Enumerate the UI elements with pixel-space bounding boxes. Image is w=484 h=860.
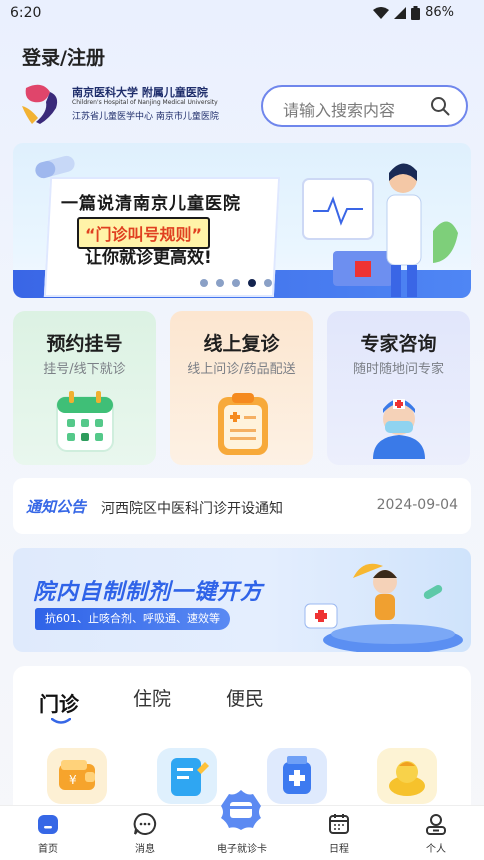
promo-tag: 抗601、止咳合剂、呼吸通、速效等 [35, 608, 230, 630]
status-bar: 6:20 86% [0, 0, 484, 28]
doctor-illustration-icon [302, 163, 458, 297]
report-icon[interactable] [157, 748, 217, 804]
card-icon[interactable] [219, 788, 263, 832]
card-subtitle: 随时随地问专家 [352, 362, 444, 377]
search-input[interactable]: 请输入搜索内容 [261, 85, 468, 127]
tab-label: 日程 [329, 844, 349, 855]
hospital-logo: 南京医科大学 附属儿童医院 Children's Hospital of Nan… [16, 78, 246, 130]
wifi-icon [373, 6, 390, 19]
online-revisit-card[interactable]: 线上复诊 线上问诊/药品配送 [170, 311, 313, 465]
banner-line1: 一篇说清南京儿童医院 [61, 194, 241, 214]
search-icon[interactable] [430, 96, 450, 116]
hospital-name-cn: 南京医科大学 附属儿童医院 [72, 86, 208, 99]
tab-label: 消息 [135, 844, 155, 855]
banner-dot[interactable] [200, 279, 208, 287]
banner-carousel[interactable]: 一篇说清南京儿童医院 “门诊叫号规则” 让你就诊更高效! [13, 143, 471, 298]
tab-label: 首页 [38, 844, 58, 855]
pill-icon [35, 155, 75, 179]
tab-profile[interactable]: 个人 [401, 812, 471, 855]
card-title: 线上复诊 [203, 333, 280, 355]
promo-illustration-icon [304, 563, 463, 652]
status-icons: 86% [373, 5, 454, 20]
card-title: 专家咨询 [360, 333, 437, 355]
tab-convenience[interactable]: 便民 [226, 684, 264, 711]
banner-dot[interactable] [264, 279, 272, 287]
signal-icon [394, 6, 407, 19]
hospital-emblem-icon [22, 84, 58, 124]
banner-line3: 让你就诊更高效! [85, 248, 212, 268]
notice-tag: 通知公告 [26, 498, 87, 516]
card-subtitle: 线上问诊/药品配送 [187, 362, 296, 377]
promo-title: 院内自制制剂一键开方 [33, 580, 264, 605]
tab-inpatient[interactable]: 住院 [133, 684, 171, 711]
appointment-card[interactable]: 预约挂号 挂号/线下就诊 [13, 311, 156, 465]
svg-text:¥: ¥ [69, 773, 77, 787]
search-placeholder: 请输入搜索内容 [283, 101, 396, 120]
banner-dot-active[interactable] [248, 279, 256, 287]
notice-text[interactable]: 河西院区中医科门诊开设通知 [101, 498, 283, 518]
tab-messages[interactable]: 消息 [110, 812, 180, 855]
tab-outpatient[interactable]: 门诊 [39, 688, 79, 717]
hospital-subtitle: 江苏省儿童医学中心 南京市儿童医院 [72, 112, 219, 122]
tab-label: 电子就诊卡 [217, 844, 267, 855]
promo-banner[interactable]: 院内自制制剂一键开方 抗601、止咳合剂、呼吸通、速效等 [13, 548, 471, 652]
banner-dot[interactable] [232, 279, 240, 287]
status-time: 6:20 [10, 5, 42, 21]
battery-level: 86% [425, 5, 454, 20]
notice-bar[interactable]: 通知公告 河西院区中医科门诊开设通知 2024-09-04 [13, 478, 471, 534]
banner-pagination [200, 279, 272, 287]
calendar-icon [56, 391, 114, 452]
person-icon [426, 814, 446, 835]
bottom-tab-bar: 首页 消息 电子就诊卡 日程 个人 [0, 790, 484, 860]
duck-icon[interactable] [377, 748, 437, 804]
tab-label: 个人 [426, 844, 446, 855]
doctor-icon [373, 399, 425, 459]
banner-dot[interactable] [216, 279, 224, 287]
clipboard-icon [218, 393, 268, 455]
battery-icon [411, 5, 421, 20]
hospital-name-en: Children's Hospital of Nanjing Medical U… [72, 99, 218, 106]
tab-schedule[interactable]: 日程 [304, 812, 374, 855]
card-title: 预约挂号 [46, 333, 123, 355]
notice-date: 2024-09-04 [376, 497, 458, 513]
medicine-icon[interactable] [267, 748, 327, 804]
expert-consult-card[interactable]: 专家咨询 随时随地问专家 [327, 311, 470, 465]
tab-active-indicator [51, 718, 71, 724]
tab-home[interactable]: 首页 [13, 812, 83, 855]
card-subtitle: 挂号/线下就诊 [43, 362, 126, 377]
message-icon [133, 812, 157, 835]
wallet-icon[interactable]: ¥ [47, 748, 107, 804]
home-icon [38, 815, 58, 834]
calendar-icon [329, 814, 349, 834]
login-register-link[interactable]: 登录/注册 [22, 43, 105, 70]
